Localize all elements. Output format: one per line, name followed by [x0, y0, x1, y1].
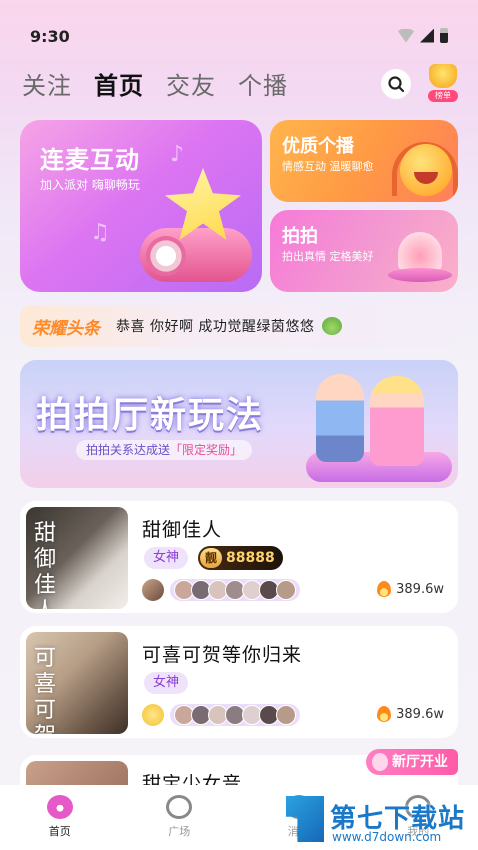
- wifi-icon: [398, 28, 414, 43]
- watermark: 第七下载站 www.d7down.com: [286, 792, 466, 848]
- avatar: [142, 704, 164, 726]
- top-tabs: 关注 首页 交友 个播: [22, 66, 288, 101]
- room-heat: 389.6w: [377, 706, 444, 722]
- member-avatars[interactable]: [142, 579, 300, 601]
- room-id-badge: 靓 88888: [198, 546, 283, 570]
- flame-icon: [377, 706, 392, 722]
- room-card[interactable]: 可喜可贺 可喜可贺等你归来 女神 389.6w: [20, 626, 458, 738]
- headline-tag: 荣耀头条: [32, 318, 100, 339]
- avatar: [276, 705, 296, 725]
- tab-home[interactable]: 首页: [94, 66, 144, 101]
- search-icon: [388, 76, 405, 93]
- bear-home-icon: [46, 795, 73, 819]
- girl-illustration: [370, 376, 424, 466]
- paipai-title: 拍拍: [282, 226, 318, 247]
- plane-window-illustration: [146, 236, 186, 276]
- status-icons: [398, 28, 448, 43]
- plaza-icon: [166, 795, 193, 819]
- avatar-group: [170, 704, 300, 726]
- room-cover: 可喜可贺: [26, 632, 128, 734]
- quality-solo-title: 优质个播: [282, 136, 354, 157]
- watermark-url: www.d7down.com: [332, 830, 442, 844]
- banner-pill: 拍拍关系达成送「限定奖励」: [76, 440, 253, 460]
- tab-solo[interactable]: 个播: [238, 66, 288, 101]
- nav-home[interactable]: 首页: [0, 785, 120, 850]
- room-name: 甜御佳人: [142, 519, 223, 541]
- banner-pill-text: 拍拍关系达成送: [86, 443, 171, 457]
- quality-solo-subtitle: 情感互动 温暖聊愈: [282, 160, 374, 173]
- quality-solo-card[interactable]: 优质个播 情感互动 温暖聊愈: [270, 120, 458, 202]
- live-mic-subtitle: 加入派对 嗨聊畅玩: [40, 178, 140, 192]
- liang-icon: 靓: [200, 548, 222, 568]
- avatar: [276, 580, 296, 600]
- room-id-number: 88888: [226, 550, 275, 566]
- room-cover: 甜御佳人: [26, 507, 128, 609]
- boy-illustration: [316, 374, 364, 462]
- music-note-icon: ♫: [90, 220, 110, 245]
- dome-illustration: [398, 232, 442, 272]
- honor-headline[interactable]: 荣耀头条 恭喜 你好啊 成功觉醒绿茵悠悠: [20, 305, 458, 347]
- dome-base-illustration: [388, 268, 452, 282]
- heat-value: 389.6w: [396, 706, 444, 722]
- goddess-badge: 女神: [144, 547, 189, 569]
- search-button[interactable]: [381, 69, 411, 99]
- promo-banner[interactable]: 拍拍厅新玩法 拍拍关系达成送「限定奖励」: [20, 360, 458, 488]
- room-cover-text: 甜御佳人: [34, 521, 57, 609]
- music-note-icon: ♪: [170, 142, 185, 167]
- status-bar: 9:30: [0, 0, 478, 60]
- avatar: [142, 579, 164, 601]
- new-room-tag: 新厅开业: [366, 749, 458, 775]
- nav-plaza[interactable]: 广场: [120, 785, 240, 850]
- banner-title: 拍拍厅新玩法: [36, 395, 265, 436]
- watermark-logo: [286, 796, 324, 842]
- smiley-icon: [400, 144, 452, 196]
- nav-home-label: 首页: [48, 825, 71, 838]
- rank-label: 榜单: [428, 90, 458, 102]
- goddess-badge: 女神: [144, 672, 189, 694]
- member-avatars[interactable]: [142, 704, 300, 726]
- banner-pill-highlight: 「限定奖励」: [170, 443, 243, 457]
- trophy-icon: [429, 64, 457, 88]
- frog-icon: [322, 317, 343, 335]
- room-card[interactable]: 甜御佳人 甜御佳人 女神 靓 88888 389.6w: [20, 501, 458, 613]
- headline-message: 恭喜 你好啊 成功觉醒绿茵悠悠: [116, 319, 315, 335]
- room-cover-text: 可喜可贺: [34, 646, 57, 734]
- flame-icon: [377, 581, 392, 597]
- tab-friends[interactable]: 交友: [166, 66, 216, 101]
- paipai-subtitle: 拍出真情 定格美好: [282, 250, 374, 263]
- rank-button[interactable]: 榜单: [426, 64, 460, 102]
- nav-plaza-label: 广场: [168, 825, 191, 838]
- avatar-group: [170, 579, 300, 601]
- heat-value: 389.6w: [396, 581, 444, 597]
- room-name: 可喜可贺等你归来: [142, 644, 303, 666]
- live-mic-title: 连麦互动: [40, 146, 140, 174]
- paipai-card[interactable]: 拍拍 拍出真情 定格美好: [270, 210, 458, 292]
- live-mic-card[interactable]: 连麦互动 加入派对 嗨聊畅玩 ♪ ♫: [20, 120, 262, 292]
- tab-follow[interactable]: 关注: [22, 66, 72, 101]
- room-heat: 389.6w: [377, 581, 444, 597]
- battery-icon: [440, 28, 448, 43]
- signal-icon: [420, 28, 434, 43]
- status-time: 9:30: [30, 27, 70, 46]
